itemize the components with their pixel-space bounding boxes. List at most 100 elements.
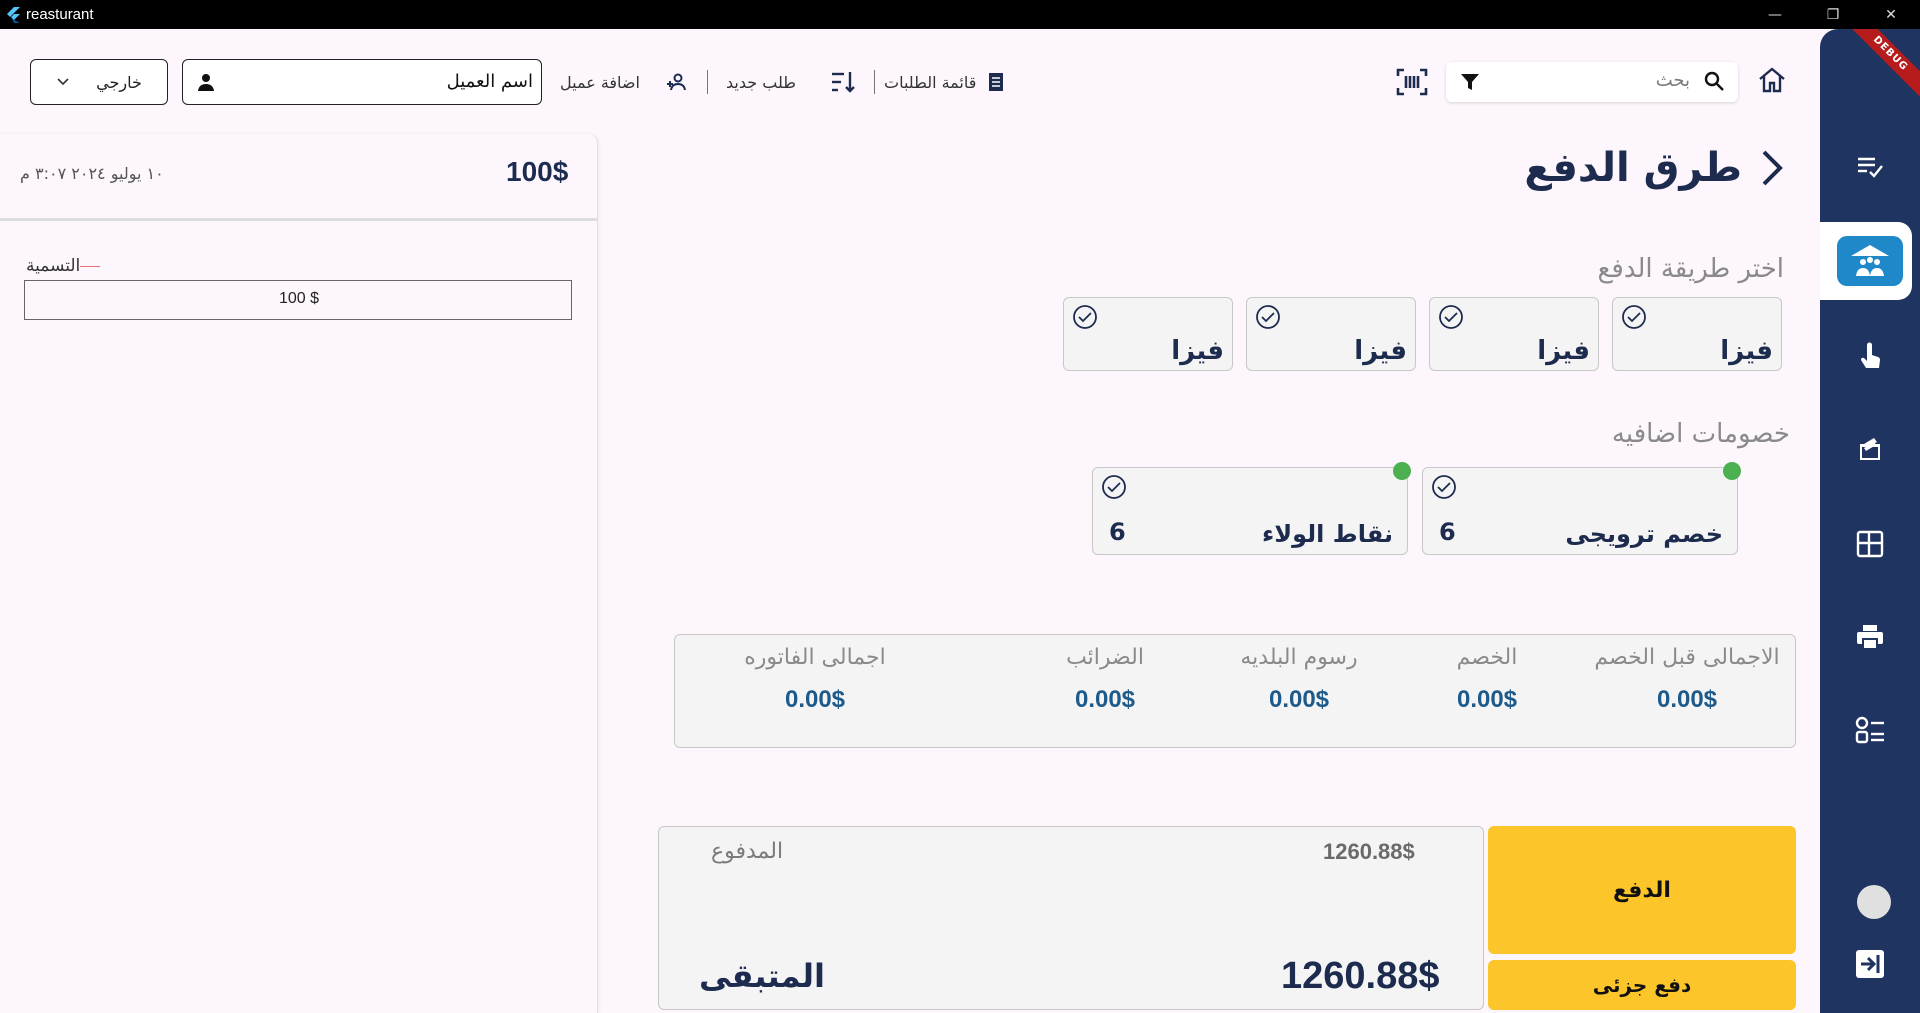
invoice-grand-total: اجمالى الفاتوره 0.00$ bbox=[705, 645, 925, 745]
label-caption-text: التسمية bbox=[26, 256, 81, 276]
tables-people-icon bbox=[1851, 245, 1889, 276]
close-button[interactable]: ✕ bbox=[1862, 0, 1920, 29]
label-field-top-border bbox=[24, 280, 572, 281]
check-circle-icon bbox=[1073, 305, 1097, 329]
order-type-dropdown[interactable]: خارجي bbox=[30, 59, 168, 105]
flutter-logo-icon bbox=[7, 6, 20, 23]
remaining-value: 1260.88$ bbox=[1281, 955, 1440, 997]
order-type-value: خارجي bbox=[96, 72, 142, 92]
status-indicator bbox=[1393, 462, 1411, 480]
total-discount: الخصم 0.00$ bbox=[1387, 645, 1587, 745]
total-before-discount: الاجمالى قبل الخصم 0.00$ bbox=[1587, 645, 1787, 745]
total-value: 0.00$ bbox=[1656, 686, 1718, 713]
rail-item-pos[interactable] bbox=[1820, 327, 1920, 387]
search-icon bbox=[1704, 71, 1724, 91]
remaining-label: المتبقى bbox=[699, 957, 825, 995]
pay-button[interactable]: الدفع bbox=[1488, 826, 1796, 954]
label-field-value: 100 $ bbox=[278, 290, 320, 307]
window-title-bar: reasturant — ❐ ✕ bbox=[0, 0, 1920, 29]
filter-icon[interactable] bbox=[1460, 73, 1480, 91]
rail-item-layout[interactable] bbox=[1820, 514, 1920, 574]
total-label: الخصم bbox=[1456, 645, 1518, 670]
rail-item-tables[interactable] bbox=[1820, 222, 1920, 300]
partial-pay-button[interactable]: دفع جزئى bbox=[1488, 960, 1796, 1010]
check-circle-icon bbox=[1439, 305, 1463, 329]
orders-list-label: قائمة الطلبات bbox=[884, 72, 977, 92]
open-box-icon bbox=[1860, 438, 1880, 460]
customer-name-value: اسم العميل bbox=[446, 71, 533, 92]
add-customer-label: اضافة عميل bbox=[560, 72, 640, 92]
total-label: اجمالى الفاتوره bbox=[744, 645, 886, 670]
page-header: طرق الدفع bbox=[1524, 140, 1784, 196]
toolbar-divider bbox=[874, 70, 875, 94]
check-circle-icon bbox=[1622, 305, 1646, 329]
printer-icon bbox=[1857, 625, 1883, 650]
receipt-icon bbox=[989, 73, 1004, 91]
customer-name-field[interactable]: اسم العميل bbox=[182, 59, 542, 105]
home-button[interactable] bbox=[1754, 62, 1790, 98]
extra-discounts-title: خصومات اضافيه bbox=[1611, 419, 1790, 449]
label-caption: التسمية bbox=[24, 256, 103, 276]
label-caption-marker bbox=[80, 265, 101, 267]
order-datetime: ١٠ يوليو ٢٠٢٤ ٣:٠٧ م bbox=[20, 164, 164, 183]
total-value: 0.00$ bbox=[1074, 686, 1136, 713]
discount-value: 6 bbox=[1109, 518, 1126, 546]
layout-icon bbox=[1856, 530, 1884, 558]
payment-method-card[interactable]: فيزا bbox=[1429, 297, 1599, 371]
settings-list-icon bbox=[1855, 716, 1884, 744]
debug-banner: DEBUG bbox=[1841, 29, 1920, 103]
discount-label: خصم ترويجى bbox=[1565, 520, 1723, 548]
discount-card-loyalty[interactable]: نقاط الولاء 6 bbox=[1092, 462, 1411, 555]
home-icon bbox=[1759, 67, 1785, 93]
checklist-icon bbox=[1858, 157, 1883, 178]
payment-method-label: فيزا bbox=[1537, 336, 1590, 366]
active-icon-chip bbox=[1837, 236, 1903, 286]
order-amount: 100$ bbox=[506, 156, 569, 187]
minimize-button[interactable]: — bbox=[1746, 0, 1804, 29]
barcode-scan-icon bbox=[1396, 68, 1428, 96]
restore-button[interactable]: ❐ bbox=[1804, 0, 1862, 29]
rail-item-orders[interactable] bbox=[1820, 136, 1920, 196]
search-input[interactable]: بحث bbox=[1656, 70, 1690, 91]
paid-value: 1260.88$ bbox=[1323, 839, 1415, 864]
new-order-button[interactable]: طلب جديد bbox=[726, 68, 856, 96]
discount-label: نقاط الولاء bbox=[1261, 520, 1393, 548]
total-value: 0.00$ bbox=[1456, 686, 1518, 713]
payment-method-label: فيزا bbox=[1354, 336, 1407, 366]
payment-method-label: فيزا bbox=[1171, 336, 1224, 366]
paid-remaining-box: المدفوع 1260.88$ المتبقى 1260.88$ bbox=[658, 826, 1484, 1010]
barcode-scan-button[interactable] bbox=[1394, 66, 1430, 98]
total-taxes: الضرائب 0.00$ bbox=[1005, 645, 1205, 745]
check-circle-icon bbox=[1256, 305, 1280, 329]
payment-method-card[interactable]: فيزا bbox=[1063, 297, 1233, 371]
payment-method-card[interactable]: فيزا bbox=[1612, 297, 1782, 371]
sort-icon bbox=[831, 72, 855, 93]
rail-item-inventory[interactable] bbox=[1820, 420, 1920, 480]
page-title: طرق الدفع bbox=[1524, 145, 1742, 191]
total-label: الاجمالى قبل الخصم bbox=[1594, 645, 1780, 670]
logout-icon bbox=[1856, 950, 1884, 978]
toolbar-divider bbox=[707, 70, 708, 94]
avatar[interactable] bbox=[1857, 885, 1891, 919]
payment-method-label: فيزا bbox=[1720, 336, 1773, 366]
paid-label: المدفوع bbox=[711, 839, 784, 864]
panel-divider bbox=[0, 218, 597, 221]
total-value: 0.00$ bbox=[784, 686, 846, 713]
rail-item-settings[interactable] bbox=[1820, 700, 1920, 760]
discount-card-promo[interactable]: خصم ترويجى 6 bbox=[1422, 462, 1741, 555]
rail-item-logout[interactable] bbox=[1820, 934, 1920, 994]
orders-list-button[interactable]: قائمة الطلبات bbox=[884, 68, 1004, 96]
add-customer-button[interactable]: اضافة عميل bbox=[560, 68, 686, 96]
total-value: 0.00$ bbox=[1268, 686, 1330, 713]
choose-method-title: اختر طريقة الدفع bbox=[1597, 254, 1784, 284]
add-person-icon bbox=[666, 73, 686, 91]
search-box[interactable]: بحث bbox=[1446, 62, 1738, 102]
rail-item-print[interactable] bbox=[1820, 607, 1920, 667]
payment-method-card[interactable]: فيزا bbox=[1246, 297, 1416, 371]
total-label: الضرائب bbox=[1066, 645, 1144, 670]
person-icon bbox=[198, 74, 214, 91]
total-municipal-fees: رسوم البلديه 0.00$ bbox=[1199, 645, 1399, 745]
navigation-rail: DEBUG bbox=[1820, 29, 1920, 1013]
chevron-right-icon[interactable] bbox=[1760, 148, 1784, 188]
label-field[interactable]: 100 $ bbox=[24, 280, 572, 320]
